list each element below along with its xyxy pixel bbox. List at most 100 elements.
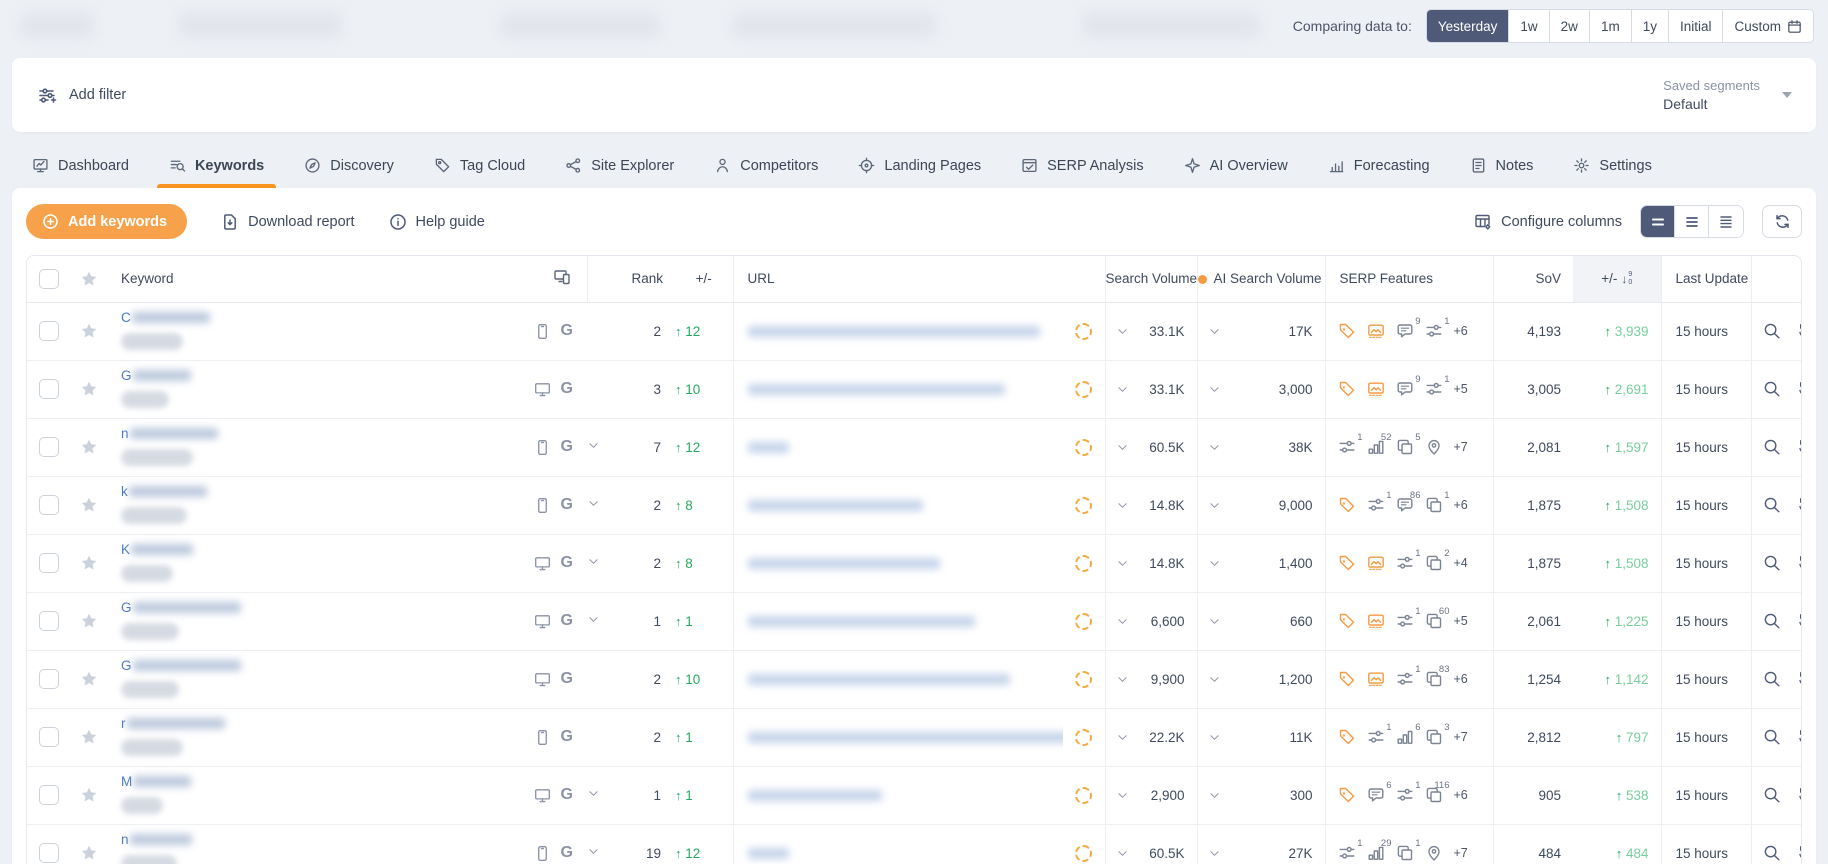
serp-features-more-count[interactable]: +4: [1454, 556, 1468, 570]
chat-bubble-icon[interactable]: 86: [1396, 490, 1421, 514]
magnifier-icon[interactable]: [1763, 554, 1781, 572]
chevron-down-icon[interactable]: [587, 845, 600, 861]
chevron-down-icon[interactable]: [1116, 499, 1129, 512]
magnifier-icon[interactable]: [1763, 438, 1781, 456]
copy-docs-icon[interactable]: 60: [1425, 606, 1450, 630]
map-pin-icon[interactable]: [1425, 844, 1443, 862]
compare-option-1w[interactable]: 1w: [1509, 10, 1550, 42]
chevron-down-icon[interactable]: [1116, 557, 1129, 570]
chevron-down-icon[interactable]: [1116, 847, 1129, 860]
chevron-down-icon[interactable]: [1208, 615, 1221, 628]
tab-dashboard[interactable]: Dashboard: [14, 157, 147, 188]
copy-docs-icon[interactable]: 2: [1425, 548, 1450, 572]
image-card-icon[interactable]: [1367, 322, 1385, 340]
compare-option-custom[interactable]: Custom: [1723, 10, 1813, 42]
configure-columns-button[interactable]: Configure columns: [1474, 213, 1622, 231]
column-header-rank-delta[interactable]: +/-: [675, 256, 734, 303]
chevron-down-icon[interactable]: [1208, 673, 1221, 686]
chevron-down-icon[interactable]: [587, 787, 600, 803]
compare-option-1y[interactable]: 1y: [1631, 10, 1669, 42]
map-pin-icon[interactable]: [1425, 438, 1443, 456]
row-checkbox[interactable]: [39, 553, 59, 573]
column-header-ai-search-volume[interactable]: AI Search Volume: [1197, 256, 1326, 303]
tab-landing-pages[interactable]: Landing Pages: [840, 157, 999, 188]
favorite-star-icon[interactable]: [71, 322, 107, 340]
chevron-down-icon[interactable]: [1116, 673, 1129, 686]
select-all-checkbox[interactable]: [39, 268, 59, 289]
keyword-cell[interactable]: M: [107, 766, 503, 825]
compare-option-initial[interactable]: Initial: [1668, 10, 1724, 42]
serp-features-more-count[interactable]: +7: [1454, 846, 1468, 860]
magnifier-icon[interactable]: [1763, 496, 1781, 514]
refresh-icon[interactable]: [1797, 844, 1801, 862]
tab-competitors[interactable]: Competitors: [696, 157, 836, 188]
sliders-icon[interactable]: 1: [1338, 838, 1363, 862]
keyword-cell[interactable]: G: [107, 592, 503, 651]
serp-features-more-count[interactable]: +7: [1454, 730, 1468, 744]
compare-option-2w[interactable]: 2w: [1549, 10, 1590, 42]
tab-tag-cloud[interactable]: Tag Cloud: [416, 157, 543, 188]
download-report-button[interactable]: Download report: [221, 213, 355, 231]
copy-docs-icon[interactable]: 1: [1396, 838, 1421, 862]
keyword-cell[interactable]: n: [107, 418, 503, 477]
url-cell[interactable]: [733, 360, 1063, 419]
favorite-star-icon[interactable]: [71, 670, 107, 688]
magnifier-icon[interactable]: [1763, 786, 1781, 804]
url-cell[interactable]: [733, 302, 1063, 361]
tag-icon[interactable]: [1338, 612, 1356, 630]
copy-docs-icon[interactable]: 5: [1396, 432, 1421, 456]
chat-bubble-icon[interactable]: 6: [1367, 780, 1392, 804]
url-cell[interactable]: [733, 824, 1063, 864]
image-card-icon[interactable]: [1367, 612, 1385, 630]
favorite-star-icon[interactable]: [71, 844, 107, 862]
tag-icon[interactable]: [1338, 322, 1356, 340]
add-filter-button[interactable]: Add filter: [38, 86, 126, 105]
chevron-down-icon[interactable]: [1208, 731, 1221, 744]
serp-features-more-count[interactable]: +6: [1454, 324, 1468, 338]
row-checkbox[interactable]: [39, 321, 59, 341]
column-header-serp-features[interactable]: SERP Features: [1325, 256, 1494, 303]
refresh-icon[interactable]: [1797, 554, 1801, 572]
chevron-down-icon[interactable]: [1208, 789, 1221, 802]
density-medium-button[interactable]: [1675, 206, 1709, 237]
tab-keywords[interactable]: Keywords: [151, 157, 282, 188]
compare-option-yesterday[interactable]: Yesterday: [1426, 10, 1510, 42]
sliders-icon[interactable]: 1: [1367, 722, 1392, 746]
url-cell[interactable]: [733, 650, 1063, 709]
magnifier-icon[interactable]: [1763, 380, 1781, 398]
help-guide-button[interactable]: Help guide: [389, 213, 485, 231]
keyword-cell[interactable]: n: [107, 824, 503, 864]
image-card-icon[interactable]: [1367, 670, 1385, 688]
magnifier-icon[interactable]: [1763, 844, 1781, 862]
chevron-down-icon[interactable]: [1116, 615, 1129, 628]
column-header-rank[interactable]: Rank: [587, 256, 675, 303]
row-checkbox[interactable]: [39, 727, 59, 747]
chevron-down-icon[interactable]: [1208, 383, 1221, 396]
url-cell[interactable]: [733, 418, 1063, 477]
refresh-table-button[interactable]: [1762, 205, 1802, 238]
row-checkbox[interactable]: [39, 785, 59, 805]
tab-discovery[interactable]: Discovery: [286, 157, 412, 188]
chevron-down-icon[interactable]: [1116, 383, 1129, 396]
sliders-icon[interactable]: 1: [1396, 606, 1421, 630]
chevron-down-icon[interactable]: [587, 555, 600, 571]
serp-features-more-count[interactable]: +7: [1454, 440, 1468, 454]
url-cell[interactable]: [733, 534, 1063, 593]
image-card-icon[interactable]: [1367, 554, 1385, 572]
refresh-icon[interactable]: [1797, 380, 1801, 398]
refresh-icon[interactable]: [1797, 438, 1801, 456]
url-cell[interactable]: [733, 766, 1063, 825]
keyword-cell[interactable]: G: [107, 360, 503, 419]
row-checkbox[interactable]: [39, 843, 59, 863]
sliders-icon[interactable]: 1: [1396, 780, 1421, 804]
magnifier-icon[interactable]: [1763, 728, 1781, 746]
chevron-down-icon[interactable]: [1208, 557, 1221, 570]
density-compact-button[interactable]: [1641, 206, 1675, 237]
tag-icon[interactable]: [1338, 670, 1356, 688]
column-header-keyword[interactable]: Keyword: [107, 256, 503, 303]
favorite-star-icon[interactable]: [71, 554, 107, 572]
favorite-star-icon[interactable]: [71, 728, 107, 746]
chevron-down-icon[interactable]: [1116, 441, 1129, 454]
keyword-cell[interactable]: K: [107, 534, 503, 593]
add-keywords-button[interactable]: Add keywords: [26, 204, 188, 239]
